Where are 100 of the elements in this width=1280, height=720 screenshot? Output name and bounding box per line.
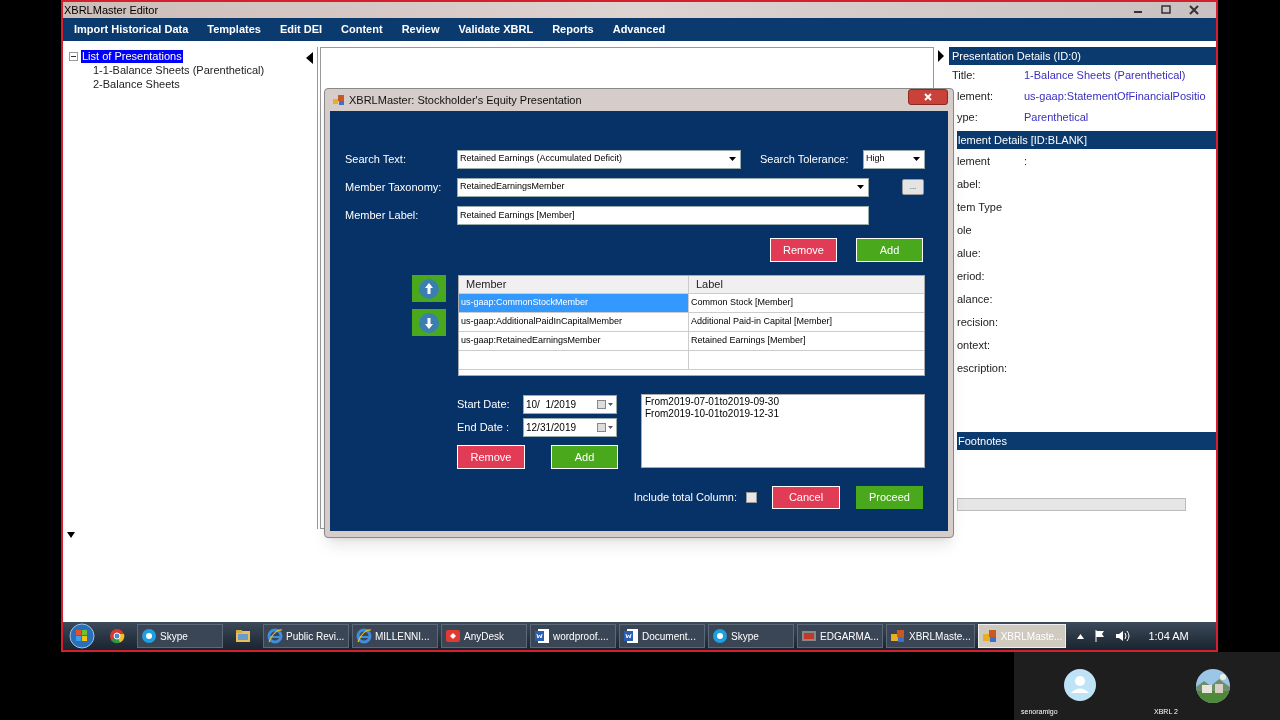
menu-item[interactable]: Advanced xyxy=(612,21,666,38)
field-label: Member Label: xyxy=(345,207,420,223)
section-header: Presentation Details (ID:0) xyxy=(949,47,1216,65)
field-label: Member Taxonomy: xyxy=(345,179,443,195)
taskbar-button[interactable]: Public Revi... xyxy=(263,624,349,648)
arrow-up-icon xyxy=(419,278,439,299)
table-cell-text: Additional Paid-in Capital [Member] xyxy=(690,315,834,329)
taskbar-button[interactable]: wordproof.... xyxy=(530,624,616,648)
close-button[interactable] xyxy=(908,89,948,105)
tree-item[interactable]: 2-Balance Sheets xyxy=(93,78,180,91)
field-label: alue: xyxy=(957,245,982,261)
move-up-button[interactable] xyxy=(412,275,446,302)
column-header[interactable]: Member xyxy=(459,276,689,293)
browser-icon xyxy=(356,628,372,644)
field-label: Start Date: xyxy=(457,396,511,412)
field-label: eriod: xyxy=(957,268,986,284)
start-icon[interactable] xyxy=(67,623,97,649)
document-icon xyxy=(623,628,639,644)
app-icon xyxy=(333,94,345,106)
checkbox-label: Include total Column: xyxy=(633,490,737,506)
tree-item[interactable]: 1-1-Balance Sheets (Parenthetical) xyxy=(93,64,265,77)
clock[interactable]: 1:04 AM xyxy=(1148,627,1189,645)
window-title: XBRLMaster Editor xyxy=(64,4,159,16)
table-row[interactable]: us-gaap:CommonStockMember Common Stock [Member] xyxy=(459,294,924,313)
document-icon xyxy=(534,628,550,644)
text-field[interactable]: Retained Earnings [Member] xyxy=(457,205,869,225)
date-picker[interactable]: 10/ 1/2019 xyxy=(523,394,617,414)
expand-icon[interactable] xyxy=(67,532,75,538)
app-icon xyxy=(890,628,906,644)
field-label: Search Tolerance: xyxy=(760,151,850,167)
menu-item[interactable]: Import Historical Data xyxy=(74,21,189,38)
app-icon xyxy=(712,628,728,644)
table-cell: us-gaap:CommonStockMember xyxy=(459,294,689,312)
date-picker[interactable]: 12/31/2019 xyxy=(523,417,617,437)
cancel-button[interactable]: Cancel xyxy=(772,486,840,509)
move-down-button[interactable] xyxy=(412,309,446,336)
calendar-icon xyxy=(597,422,613,432)
field-value: us-gaap:StatementOfFinancialPositio xyxy=(1024,89,1206,105)
browse-button[interactable]: ... xyxy=(902,179,924,195)
arrow-down-icon xyxy=(419,312,439,333)
table-row[interactable]: us-gaap:RetainedEarningsMember Retained Earnings [Member] xyxy=(459,332,924,351)
taskbar-button[interactable]: Skype xyxy=(137,624,223,648)
app-icon xyxy=(981,628,998,644)
field-label: escription: xyxy=(957,360,1009,376)
field-label: ontext: xyxy=(957,337,992,353)
menu-item[interactable]: Edit DEI xyxy=(279,21,323,38)
field-label: abel: xyxy=(957,176,982,192)
taskbar-button[interactable]: Document... xyxy=(619,624,705,648)
dialog-title: XBRLMaster: Stockholder's Equity Presentation xyxy=(349,92,582,108)
menu-item[interactable]: Review xyxy=(401,21,440,38)
collapse-panel-icon[interactable] xyxy=(306,52,313,64)
field-label: lement xyxy=(957,153,992,169)
app-icon xyxy=(141,628,157,644)
field-label: ole xyxy=(957,222,973,238)
field-label: recision: xyxy=(957,314,999,330)
taskbar-button[interactable]: MILLENNI... xyxy=(352,624,438,648)
taskbar-button[interactable]: XBRLMaste... xyxy=(886,624,975,648)
show-hidden-icon[interactable] xyxy=(1077,633,1085,639)
flag-icon[interactable] xyxy=(1094,630,1107,642)
list-item[interactable]: From2019-07-01to2019-09-30 xyxy=(645,396,924,408)
horizontal-scrollbar[interactable] xyxy=(957,498,1186,511)
field-value: Parenthetical xyxy=(1024,110,1089,126)
menu-item[interactable]: Content xyxy=(341,21,383,38)
table-row[interactable]: us-gaap:AdditionalPaidInCapitalMember Additional Paid-in Capital [Member] xyxy=(459,313,924,332)
field-label: Search Text: xyxy=(345,151,407,167)
period-list[interactable]: From2019-07-01to2019-09-30 From2019-10-01to2019-12-31 xyxy=(641,394,925,468)
dropdown[interactable]: RetainedEarningsMember xyxy=(457,177,869,197)
column-header[interactable]: Label xyxy=(689,276,924,293)
remove-button[interactable]: Remove xyxy=(770,238,837,262)
tree-item[interactable]: List of Presentations xyxy=(81,50,183,63)
speaker-icon[interactable] xyxy=(1116,630,1131,642)
field-value: : xyxy=(1024,153,1028,169)
taskbar-button[interactable]: Skype xyxy=(708,624,794,648)
browser-icon xyxy=(267,628,283,644)
remove-button[interactable]: Remove xyxy=(457,445,525,469)
taskbar-button[interactable]: EDGARMA... xyxy=(797,624,883,648)
collapse-icon[interactable] xyxy=(69,52,78,61)
field-label: Title: xyxy=(952,68,977,84)
app-icon xyxy=(801,628,817,644)
field-label: tem Type xyxy=(957,199,1004,215)
field-label: ype: xyxy=(957,110,979,126)
caret-icon xyxy=(729,157,736,161)
checkbox[interactable] xyxy=(746,492,757,503)
folder-icon xyxy=(235,628,251,644)
menu-item[interactable]: Reports xyxy=(552,21,594,38)
dropdown[interactable]: High xyxy=(863,149,925,169)
section-header: Footnotes xyxy=(957,432,1216,450)
taskbar-button[interactable]: AnyDesk xyxy=(441,624,527,648)
table-cell: us-gaap:AdditionalPaidInCapitalMember xyxy=(459,313,689,331)
avatar-icon xyxy=(1063,669,1096,701)
list-item[interactable]: From2019-10-01to2019-12-31 xyxy=(645,408,924,420)
caret-icon xyxy=(857,185,864,189)
menu-item[interactable]: Templates xyxy=(207,21,261,38)
dropdown[interactable]: Retained Earnings (Accumulated Deficit) xyxy=(457,149,741,169)
browser-icon xyxy=(109,628,125,644)
field-label: End Date : xyxy=(457,419,510,435)
expand-panel-icon[interactable] xyxy=(938,50,944,62)
menu-item[interactable]: Validate XBRL xyxy=(458,21,534,38)
close-icon xyxy=(924,93,932,101)
field-label: alance: xyxy=(957,291,994,307)
